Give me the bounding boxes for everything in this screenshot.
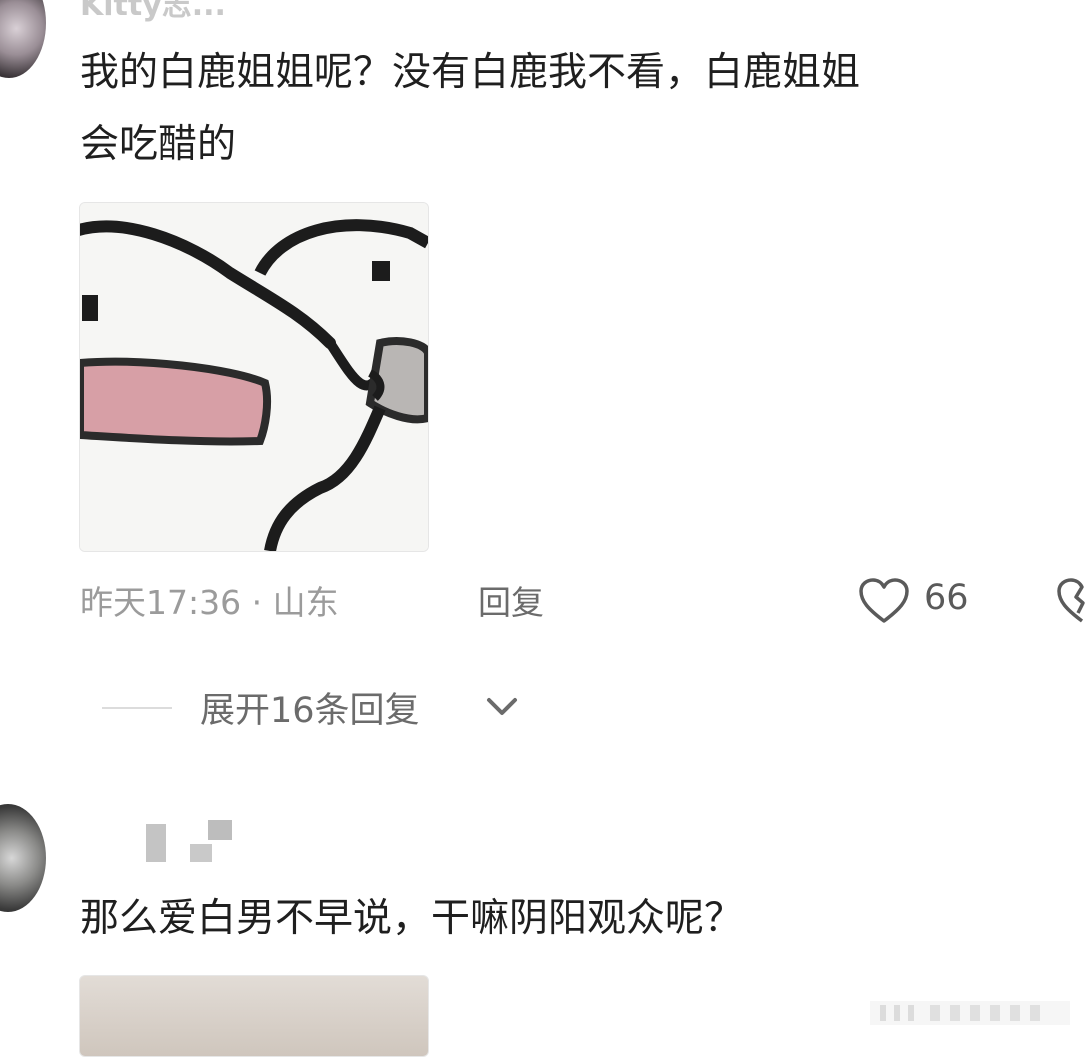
chevron-down-icon[interactable] xyxy=(484,692,520,722)
comment-location: 山东 xyxy=(272,583,339,622)
heart-outline-icon[interactable] xyxy=(858,577,910,625)
comment-text-line2: 会吃醋的 xyxy=(80,122,237,167)
broken-heart-icon[interactable] xyxy=(1056,577,1087,625)
comment-text: 那么爱白男不早说，干嘛阴阳观众呢？ xyxy=(80,896,744,941)
sticker-drawing xyxy=(80,203,428,551)
comment-meta: 昨天17:36 · 山东 xyxy=(80,576,339,624)
comment-text-line1: 我的白鹿姐姐呢？没有白鹿我不看，白鹿姐姐 xyxy=(80,50,861,95)
username-pixelated[interactable] xyxy=(146,818,236,862)
avatar[interactable] xyxy=(0,804,46,912)
watermark-image xyxy=(870,1001,1070,1025)
sticker-image[interactable] xyxy=(79,975,429,1057)
avatar[interactable] xyxy=(0,0,46,78)
sticker-image[interactable] xyxy=(79,202,429,552)
reply-button[interactable]: 回复 xyxy=(478,576,544,624)
username[interactable]: Kitty志... xyxy=(80,0,226,24)
meta-separator: · xyxy=(251,583,263,622)
like-count: 66 xyxy=(924,578,969,618)
divider xyxy=(102,707,172,709)
comment-time: 昨天17:36 xyxy=(80,583,242,622)
expand-replies-button[interactable]: 展开16条回复 xyxy=(200,682,420,733)
